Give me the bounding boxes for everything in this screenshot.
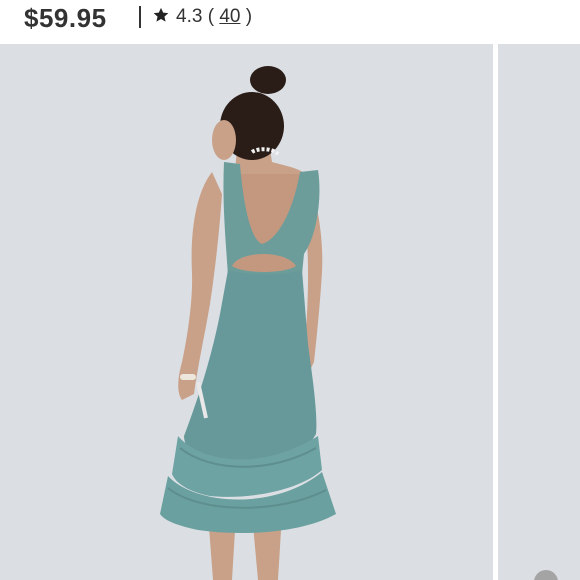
price: $59.95 <box>24 3 107 33</box>
review-count-link[interactable]: 40 <box>219 6 240 27</box>
model-face <box>212 120 236 160</box>
main-product-image[interactable] <box>0 44 493 580</box>
listing-header: $59.95 4.3 ( 40 ) <box>0 0 580 44</box>
header-divider <box>139 6 141 28</box>
dress-photo <box>160 66 336 580</box>
model-bracelet <box>180 374 196 380</box>
next-product-image-peek[interactable] <box>498 44 580 580</box>
rating-paren-close: ) <box>245 6 253 27</box>
product-image-gallery[interactable] <box>0 44 580 580</box>
rating: 4.3 ( 40 ) <box>152 6 252 28</box>
model-hair-bun <box>250 66 286 94</box>
star-icon <box>153 7 169 22</box>
rating-value: 4.3 <box>176 6 203 27</box>
rating-paren-open: ( <box>207 6 215 27</box>
